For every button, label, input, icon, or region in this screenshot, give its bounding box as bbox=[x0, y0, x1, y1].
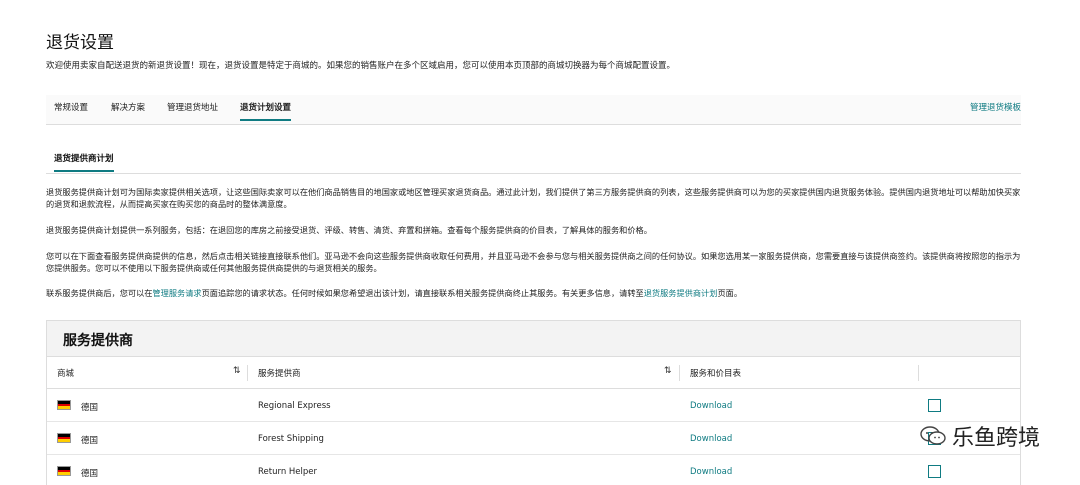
intro-text: 欢迎使用卖家自配送退货的新退货设置！现在，退货设置是特定于商城的。如果您的销售账… bbox=[46, 61, 676, 71]
watermark: 乐鱼跨境 bbox=[920, 420, 1040, 452]
column-header-provider: 服务提供商 bbox=[258, 369, 301, 379]
tab-solutions[interactable]: 解决方案 bbox=[111, 101, 145, 113]
provider-cell: Return Helper bbox=[258, 467, 318, 477]
country-cell: 德国 bbox=[81, 469, 99, 479]
sort-icon[interactable]: ⇅ bbox=[664, 366, 672, 376]
panel-title: 服务提供商 bbox=[63, 333, 133, 349]
tab-general-settings[interactable]: 常规设置 bbox=[54, 101, 88, 113]
column-header-pricing: 服务和价目表 bbox=[690, 369, 742, 379]
sort-icon[interactable]: ⇅ bbox=[233, 366, 241, 376]
select-checkbox[interactable] bbox=[928, 465, 941, 478]
tabs-bar: 常规设置 解决方案 管理退货地址 退货计划设置 管理退货模板 bbox=[46, 95, 1021, 125]
download-link[interactable]: Download bbox=[690, 434, 732, 444]
download-link[interactable]: Download bbox=[690, 401, 732, 411]
subtab-bar: 退货提供商计划 bbox=[46, 146, 1021, 174]
column-divider bbox=[918, 365, 919, 381]
tab-return-program-settings[interactable]: 退货计划设置 bbox=[240, 101, 292, 121]
paragraph-3: 您可以在下面查看服务提供商提供的信息，然后点击相关链接直接联系他们。亚马逊不会向… bbox=[46, 251, 1021, 273]
panel-header: 服务提供商 bbox=[47, 321, 1020, 357]
watermark-text: 乐鱼跨境 bbox=[951, 426, 1040, 451]
service-provider-panel: 服务提供商 商城 ⇅ 服务提供商 ⇅ 服务和价目表 德国 Regional Ex… bbox=[46, 320, 1021, 485]
provider-cell: Forest Shipping bbox=[258, 434, 324, 444]
column-divider bbox=[247, 365, 248, 381]
paragraph-4-text-c: 页面。 bbox=[717, 288, 743, 298]
wechat-icon bbox=[920, 426, 946, 445]
table-row: 德国 Forest Shipping Download bbox=[47, 422, 1020, 455]
country-cell: 德国 bbox=[81, 436, 99, 446]
country-cell: 德国 bbox=[81, 403, 99, 413]
download-link[interactable]: Download bbox=[690, 467, 732, 477]
germany-flag-icon bbox=[57, 400, 71, 410]
table-header: 商城 ⇅ 服务提供商 ⇅ 服务和价目表 bbox=[47, 357, 1020, 389]
table-row: 德国 Return Helper Download bbox=[47, 455, 1020, 485]
tab-manage-return-address[interactable]: 管理退货地址 bbox=[167, 101, 218, 113]
germany-flag-icon bbox=[57, 433, 71, 443]
tab-return-provider-program[interactable]: 退货提供商计划 bbox=[54, 152, 114, 172]
return-provider-program-link[interactable]: 退货服务提供商计划 bbox=[644, 288, 718, 298]
paragraph-4-text-a: 联系服务提供商后，您可以在 bbox=[46, 288, 153, 298]
select-checkbox[interactable] bbox=[928, 399, 941, 412]
paragraph-1: 退货服务提供商计划可为国际卖家提供相关选项，让这些国际卖家可以在他们商品销售目的… bbox=[46, 187, 1021, 209]
paragraph-4: 联系服务提供商后，您可以在管理服务请求页面追踪您的请求状态。任何时候如果您希望退… bbox=[46, 287, 1021, 299]
table-row: 德国 Regional Express Download bbox=[47, 389, 1020, 422]
manage-service-requests-link[interactable]: 管理服务请求 bbox=[152, 288, 201, 298]
provider-cell: Regional Express bbox=[258, 401, 331, 411]
page-title: 退货设置 bbox=[46, 33, 114, 53]
paragraph-4-text-b: 页面追踪您的请求状态。任何时候如果您希望退出该计划，请直接联系相关服务提供商终止… bbox=[201, 288, 644, 298]
column-divider bbox=[679, 365, 680, 381]
germany-flag-icon bbox=[57, 466, 71, 476]
paragraph-2: 退货服务提供商计划提供一系列服务，包括：在退回您的库房之前接受退货、评级、转售、… bbox=[46, 225, 652, 235]
column-header-marketplace: 商城 bbox=[57, 369, 75, 379]
manage-return-templates-link[interactable]: 管理退货模板 bbox=[970, 101, 1021, 113]
